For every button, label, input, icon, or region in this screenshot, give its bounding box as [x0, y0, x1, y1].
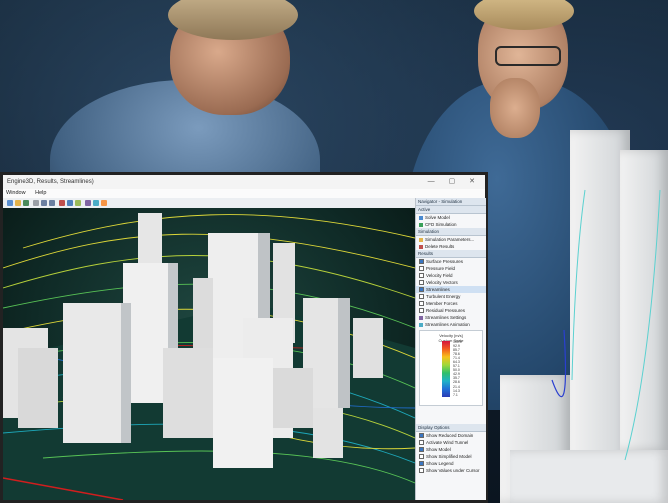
toolbar-icon-save[interactable] [23, 200, 29, 206]
option-show-reduced-domain[interactable]: Show Reduced Domain [416, 432, 486, 439]
radio-icon [419, 259, 424, 265]
physical-architecture-model [500, 130, 668, 503]
settings-icon [419, 315, 423, 320]
menu-help[interactable]: Help [35, 190, 46, 196]
toolbar-icon-view[interactable] [67, 200, 73, 206]
panel-item-solve-model[interactable]: Solve Model [416, 214, 486, 221]
panel-item-member-forces[interactable]: Member Forces [416, 300, 486, 307]
option-show-values-under-cursor[interactable]: Show Values under Cursor [416, 467, 486, 474]
toolbar-icon-results[interactable] [85, 200, 91, 206]
velocity-legend: Velocity [m/s] Custom Scale 100.0 92.9 8… [419, 330, 483, 406]
checkbox-icon[interactable] [419, 447, 424, 453]
glasses [495, 46, 561, 66]
radio-icon [419, 280, 424, 286]
option-activate-wind-tunnel[interactable]: Activate Wind Tunnel [416, 439, 486, 446]
menu-bar: Window Help [3, 189, 485, 198]
legend-subtitle: Custom Scale [438, 338, 464, 343]
title-bar: Engine3D, Results, Streamlines) — ▢ ✕ [3, 175, 485, 190]
option-show-model[interactable]: Show Model [416, 446, 486, 453]
toolbar-icon-print[interactable] [33, 200, 39, 206]
menu-window[interactable]: Window [6, 190, 26, 196]
3d-viewport[interactable] [3, 208, 415, 500]
radio-icon [419, 294, 424, 300]
checkbox-icon[interactable] [419, 440, 424, 446]
panel-item-streamlines-settings[interactable]: Streamlines Settings [416, 314, 486, 321]
city-streamlines-render[interactable] [3, 208, 415, 500]
toolbar-icon-open[interactable] [15, 200, 21, 206]
display-options-header: Display Options [416, 424, 486, 432]
animation-icon [419, 322, 423, 327]
panel-item-surface-pressures[interactable]: Surface Pressures [416, 258, 486, 265]
section-results-header: Results [416, 250, 486, 258]
legend-tick: 7.1 [453, 392, 458, 397]
window-title: Engine3D, Results, Streamlines) [7, 179, 94, 185]
legend-ticks: 100.0 92.9 85.7 78.6 71.4 64.3 57.1 50.0… [453, 340, 462, 397]
checkbox-icon[interactable] [419, 433, 424, 439]
person-right-hand [490, 78, 540, 138]
toolbar-icon-redo[interactable] [49, 200, 55, 206]
panel-item-cfd-simulation[interactable]: CFD Simulation [416, 221, 486, 228]
panel-item-pressure-field[interactable]: Pressure Field [416, 265, 486, 272]
panel-item-turbulent-energy[interactable]: Turbulent Energy [416, 293, 486, 300]
radio-icon [419, 301, 424, 307]
parameters-icon [419, 237, 423, 242]
checkbox-icon[interactable] [419, 468, 424, 474]
toolbar-icon-new[interactable] [7, 200, 13, 206]
legend-color-bar [442, 341, 450, 397]
option-show-legend[interactable]: Show Legend [416, 460, 486, 467]
model-outline [551, 189, 661, 461]
delete-icon [419, 244, 423, 249]
panel-item-streamlines-animation[interactable]: Streamlines Animation [416, 321, 486, 328]
toolbar-icon-render[interactable] [75, 200, 81, 206]
radio-icon [419, 266, 424, 272]
panel-item-velocity-vectors[interactable]: Velocity Vectors [416, 279, 486, 286]
toolbar-icon-wind[interactable] [93, 200, 99, 206]
panel-item-simulation-parameters[interactable]: Simulation Parameters... [416, 236, 486, 243]
radio-icon [419, 308, 424, 314]
panel-item-residual-pressures[interactable]: Residual Pressures [416, 307, 486, 314]
panel-tab-title: Navigator - Simulation [416, 198, 486, 206]
checkbox-icon[interactable] [419, 461, 424, 467]
option-show-simplified-model[interactable]: Show Simplified Model [416, 453, 486, 460]
panel-item-velocity-field[interactable]: Velocity Field [416, 272, 486, 279]
panel-item-streamlines[interactable]: Streamlines [416, 286, 486, 293]
toolbar-icon-select[interactable] [59, 200, 65, 206]
section-active-header: Active [416, 206, 486, 214]
window-controls[interactable]: — ▢ ✕ [428, 175, 481, 189]
cfd-icon [419, 222, 423, 227]
radio-icon [419, 273, 424, 279]
navigator-panel: Navigator - Simulation Active Solve Mode… [415, 198, 486, 500]
radio-icon [419, 287, 424, 293]
toolbar-icon-undo[interactable] [41, 200, 47, 206]
panel-item-delete-results[interactable]: Delete Results [416, 243, 486, 250]
checkbox-icon[interactable] [419, 454, 424, 460]
section-simulation-header: Simulation [416, 228, 486, 236]
software-window[interactable]: Engine3D, Results, Streamlines) — ▢ ✕ Wi… [0, 172, 488, 503]
solve-icon [419, 215, 423, 220]
toolbar-icon-animate[interactable] [101, 200, 107, 206]
